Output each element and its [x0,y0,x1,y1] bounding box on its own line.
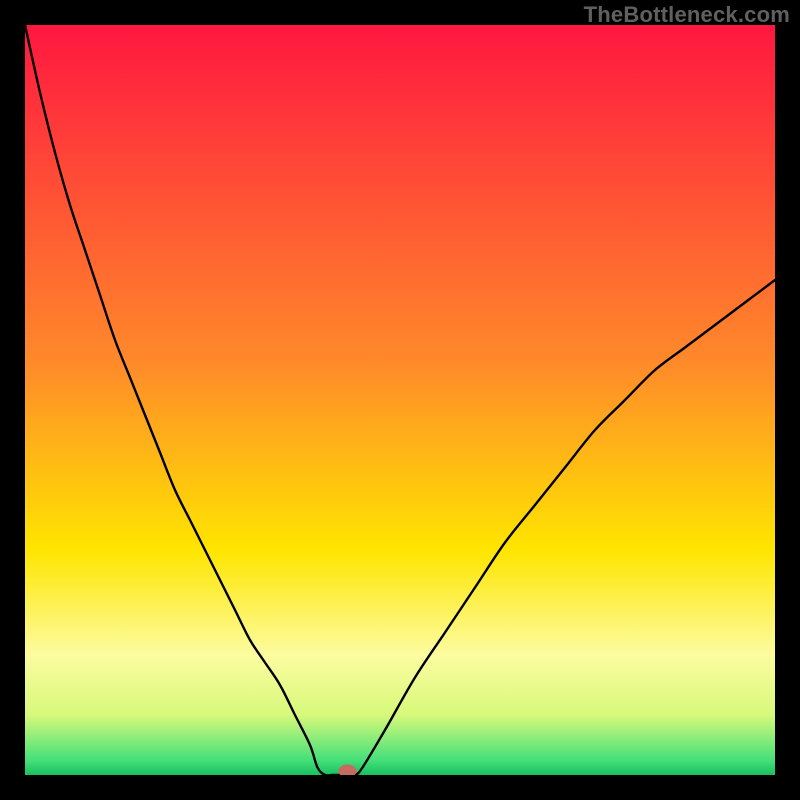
bottleneck-curve [25,25,775,775]
plot-area [25,25,775,775]
optimum-marker [339,765,357,776]
chart-frame: TheBottleneck.com [0,0,800,800]
